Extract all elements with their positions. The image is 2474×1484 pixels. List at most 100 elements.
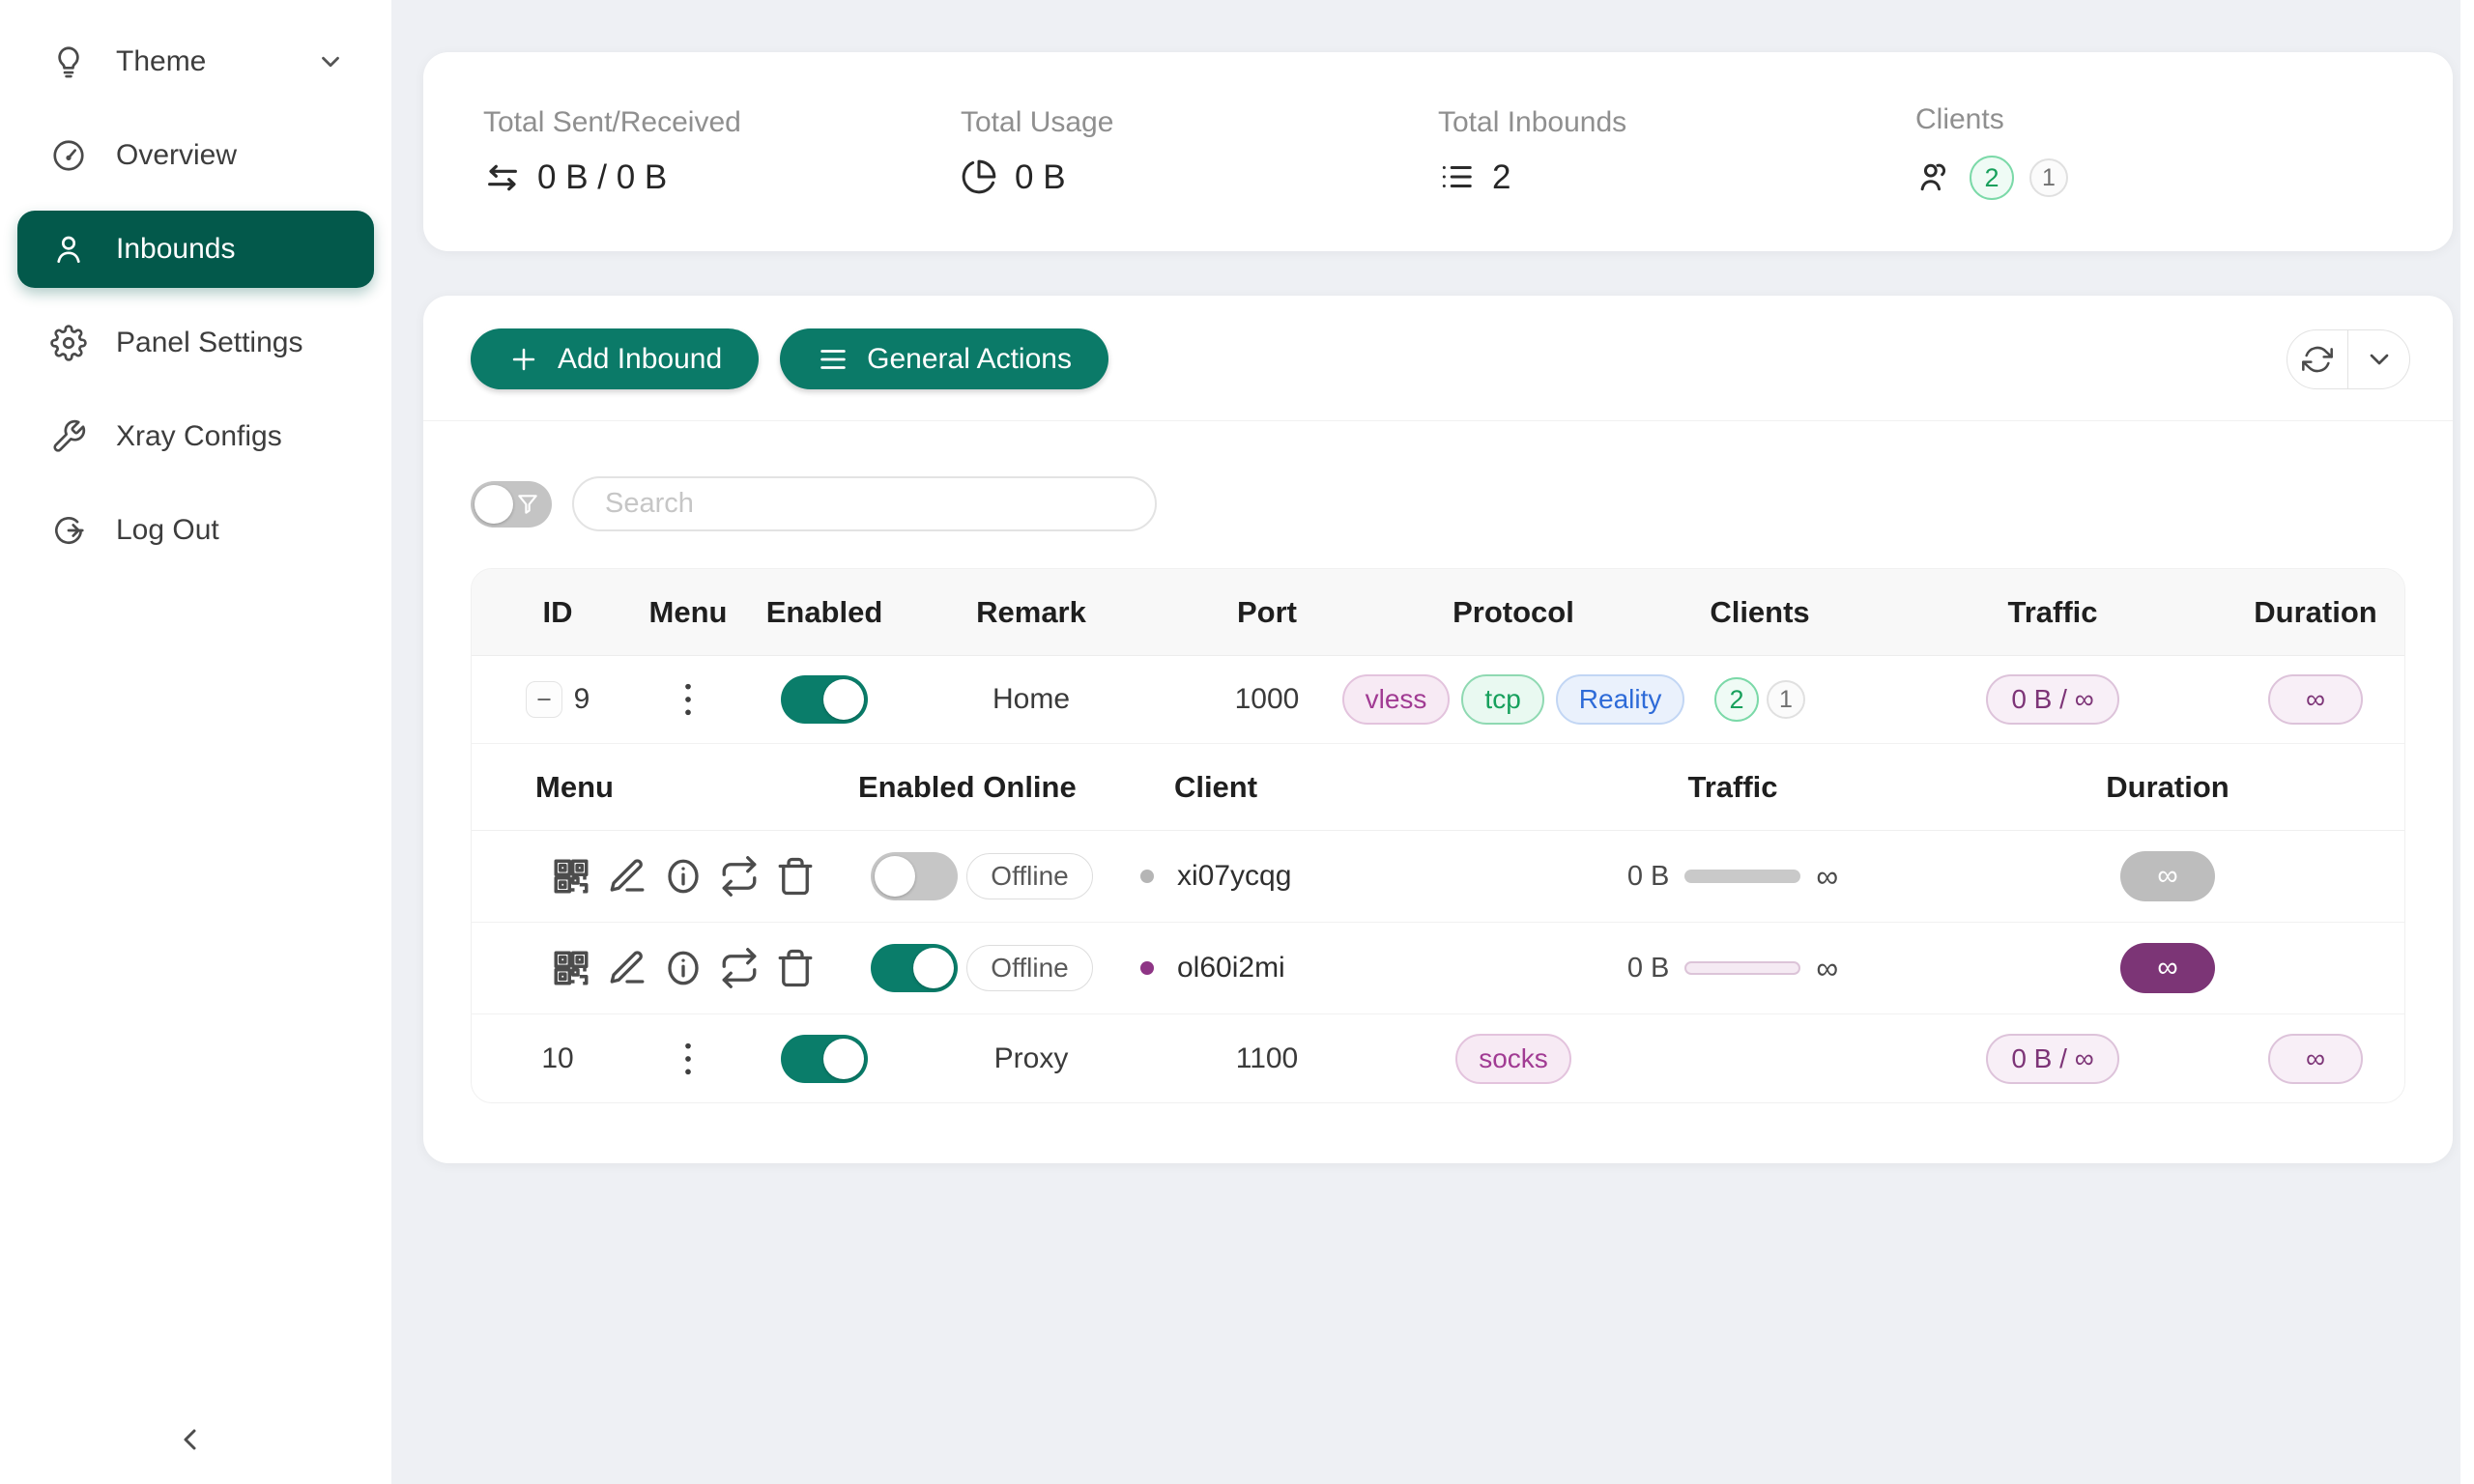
sidebar-item-label: Overview [116, 139, 237, 172]
inbound-enabled-toggle[interactable] [781, 1035, 868, 1083]
sidebar-item-log-out[interactable]: Log Out [17, 492, 374, 569]
sidebar-item-label: Panel Settings [116, 327, 302, 359]
add-inbound-button[interactable]: Add Inbound [471, 328, 759, 389]
inbounds-card: Add Inbound General Actions [423, 296, 2453, 1163]
general-actions-button[interactable]: General Actions [780, 328, 1108, 389]
online-status-badge: Offline [966, 945, 1092, 991]
row-menu-button[interactable] [669, 678, 707, 721]
wrench-icon [50, 418, 87, 455]
client-traffic-value: 0 B [1627, 953, 1670, 985]
general-actions-label: General Actions [867, 343, 1072, 376]
duration-pill: ∞ [2120, 943, 2215, 993]
inbound-enabled-toggle[interactable] [781, 675, 868, 724]
chevron-down-icon [2364, 344, 2395, 375]
column-header-duration: Duration [2225, 595, 2405, 630]
inbound-remark: Home [916, 683, 1146, 716]
clients-deactivated-badge: 1 [2029, 158, 2068, 197]
refresh-icon [2302, 344, 2333, 375]
row-menu-button[interactable] [669, 1038, 707, 1080]
sidebar-item-overview[interactable]: Overview [17, 117, 374, 194]
subtable-header-row: Menu Enabled Online Client Traffic Durat… [472, 744, 2404, 831]
traffic-progress-bar [1684, 961, 1800, 975]
clients-online-badge: 2 [1970, 156, 2014, 200]
column-header-enabled: Enabled [733, 595, 916, 630]
qr-code-icon [551, 948, 591, 988]
scrollbar[interactable] [2460, 0, 2474, 1484]
column-header-id: ID [472, 595, 644, 630]
inbounds-table: ID Menu Enabled Remark Port Protocol Cli… [471, 568, 2405, 1103]
sidebar-item-label: Log Out [116, 514, 219, 547]
duration-pill: ∞ [2120, 851, 2215, 901]
sidebar-item-inbounds[interactable]: Inbounds [17, 211, 374, 288]
edit-client-button[interactable] [607, 948, 647, 988]
client-name: ol60i2mi [1177, 952, 1285, 985]
protocol-tag-vless: vless [1342, 674, 1451, 725]
sidebar-item-theme[interactable]: Theme [17, 23, 374, 100]
stat-total-sent-received: Total Sent/Received 0 B / 0 B [483, 106, 961, 197]
client-info-button[interactable] [663, 856, 704, 897]
sub-column-header-menu: Menu [535, 770, 858, 805]
search-input[interactable] [572, 476, 1157, 531]
main-content: Total Sent/Received 0 B / 0 B Total Usag… [391, 0, 2474, 1484]
duration-pill: ∞ [2268, 1034, 2363, 1084]
client-status-dot [1140, 870, 1154, 883]
refresh-button[interactable] [2287, 330, 2348, 388]
duration-pill: ∞ [2268, 674, 2363, 725]
client-traffic-value: 0 B [1627, 861, 1670, 893]
sub-column-header-enabled: Enabled [858, 770, 969, 805]
sidebar-collapse-button[interactable] [162, 1411, 220, 1469]
online-status-badge: Offline [966, 853, 1092, 899]
edit-client-button[interactable] [607, 856, 647, 897]
traffic-quota: ∞ [1816, 859, 1838, 895]
delete-client-button[interactable] [775, 856, 816, 897]
stat-clients: Clients 2 1 [1915, 103, 2393, 200]
reset-traffic-button[interactable] [719, 856, 760, 897]
stats-card: Total Sent/Received 0 B / 0 B Total Usag… [423, 52, 2453, 251]
add-inbound-label: Add Inbound [558, 343, 722, 376]
pie-chart-icon [961, 158, 999, 197]
protocol-tag-tcp: tcp [1461, 674, 1543, 725]
stat-value: 0 B / 0 B [537, 158, 667, 197]
dashboard-icon [50, 137, 87, 174]
trash-icon [775, 948, 816, 988]
logout-icon [50, 512, 87, 549]
stat-label: Clients [1915, 103, 2393, 136]
sidebar-item-panel-settings[interactable]: Panel Settings [17, 304, 374, 382]
qr-code-icon [551, 856, 591, 897]
toggle-knob [913, 948, 954, 988]
column-header-traffic: Traffic [1881, 595, 2225, 630]
qr-code-button[interactable] [551, 856, 591, 897]
sidebar-item-label: Theme [116, 45, 206, 78]
qr-code-button[interactable] [551, 948, 591, 988]
toggle-knob [475, 485, 513, 524]
sidebar-item-xray-configs[interactable]: Xray Configs [17, 398, 374, 475]
sub-column-header-duration: Duration [2028, 770, 2308, 805]
client-info-button[interactable] [663, 948, 704, 988]
client-enabled-toggle[interactable] [871, 944, 958, 992]
pencil-icon [607, 948, 647, 988]
client-enabled-toggle[interactable] [871, 852, 958, 900]
info-icon [663, 948, 704, 988]
refresh-button-group [2287, 329, 2410, 389]
inbound-remark: Proxy [916, 1042, 1146, 1075]
refresh-options-button[interactable] [2348, 330, 2409, 388]
collapse-row-button[interactable] [526, 681, 562, 718]
sidebar-item-label: Xray Configs [116, 420, 282, 453]
sub-column-header-traffic: Traffic [1438, 770, 2028, 805]
users-icon [1915, 158, 1954, 197]
traffic-quota: ∞ [1816, 951, 1838, 986]
filter-toggle[interactable] [471, 481, 552, 528]
stat-total-inbounds: Total Inbounds 2 [1438, 106, 1915, 197]
protocol-tag-socks: socks [1455, 1034, 1571, 1084]
traffic-pill: 0 B / ∞ [1986, 674, 2118, 725]
client-status-dot [1140, 961, 1154, 975]
stat-label: Total Sent/Received [483, 106, 961, 139]
column-header-clients: Clients [1639, 595, 1881, 630]
reset-traffic-button[interactable] [719, 948, 760, 988]
transfer-arrows-icon [483, 158, 522, 197]
client-name: xi07ycqg [1177, 860, 1291, 893]
clients-online-badge: 2 [1714, 677, 1759, 722]
delete-client-button[interactable] [775, 948, 816, 988]
minus-icon [534, 690, 554, 709]
sidebar-item-label: Inbounds [116, 233, 235, 266]
